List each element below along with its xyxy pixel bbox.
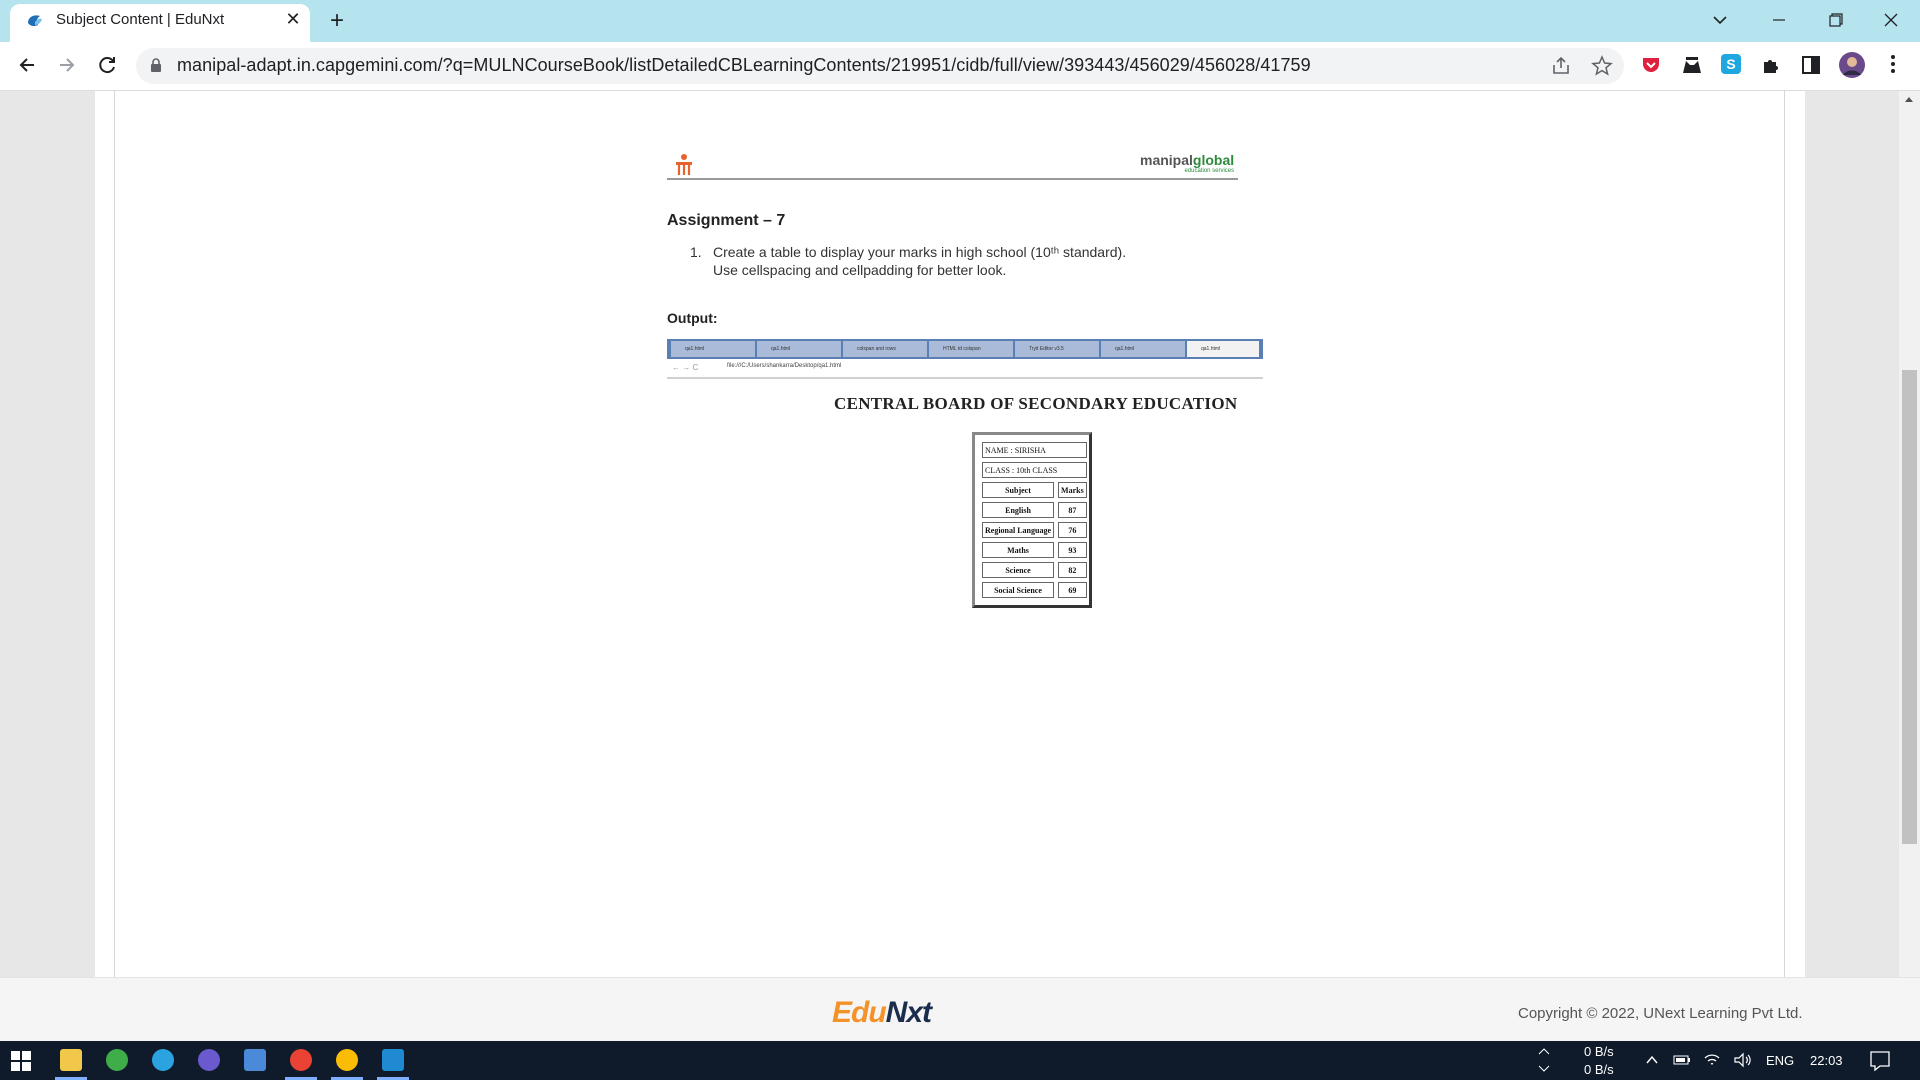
document-viewer — [95, 91, 1805, 977]
screenshot-tab: colspan and rows — [843, 341, 927, 357]
brand-subtitle: education services — [1184, 168, 1235, 174]
profile-avatar[interactable] — [1838, 51, 1866, 79]
tab-close-icon[interactable]: ✕ — [282, 8, 304, 30]
screenshot-url: file:///C:/Users/shankarra/Desktop/qa1.h… — [727, 363, 842, 369]
windows-start-icon[interactable] — [10, 1050, 32, 1072]
copyright-text: Copyright © 2022, UNext Learning Pvt Ltd… — [1518, 1005, 1803, 1022]
cat-extension-icon[interactable] — [1680, 53, 1704, 77]
subject-cell: Social Science — [982, 582, 1055, 598]
brand-name-manipal: manipal — [1140, 152, 1193, 168]
telegram-icon[interactable] — [152, 1049, 174, 1071]
window-close-icon[interactable] — [1876, 6, 1906, 34]
scrollbar-thumb[interactable] — [1902, 370, 1917, 844]
extensions-puzzle-icon[interactable] — [1760, 54, 1782, 76]
document-border-right — [1784, 91, 1785, 977]
instruction-line-1: Create a table to display your marks in … — [713, 244, 1127, 260]
name-cell: NAME : SIRISHA — [982, 442, 1087, 458]
kebab-menu-icon[interactable] — [1882, 53, 1904, 75]
assignment-title: Assignment – 7 — [667, 212, 786, 229]
instruction-number: 1. — [690, 244, 702, 260]
scroll-up-arrow-icon[interactable] — [1903, 94, 1915, 104]
chrome-icon[interactable] — [290, 1049, 312, 1071]
url-text[interactable]: manipal-adapt.in.capgemini.com/?q=MULNCo… — [177, 55, 1311, 76]
back-arrow-icon[interactable] — [12, 50, 42, 80]
table-row: Regional Language 76 — [982, 522, 1087, 538]
battery-icon[interactable] — [1672, 1052, 1692, 1068]
app-icon[interactable] — [198, 1049, 220, 1071]
windows-taskbar — [0, 1041, 1920, 1080]
pocket-extension-icon[interactable] — [1640, 54, 1662, 76]
network-download-speed: 0 B/s — [1584, 1062, 1614, 1077]
table-row: English 87 — [982, 502, 1087, 518]
marks-table: NAME : SIRISHA CLASS : 10th CLASS Subjec… — [972, 432, 1092, 608]
screenshot-nav-buttons: ← → C — [672, 363, 699, 372]
show-hidden-icons-chevron-icon[interactable] — [1644, 1052, 1660, 1068]
marks-cell: 87 — [1058, 502, 1087, 518]
svg-text:S: S — [1726, 56, 1735, 72]
box-app-icon[interactable] — [244, 1049, 266, 1071]
chrome-alt-icon[interactable] — [336, 1049, 358, 1071]
vscode-icon[interactable] — [382, 1049, 404, 1071]
subject-cell: English — [982, 502, 1055, 518]
notification-center-icon[interactable] — [1868, 1049, 1892, 1073]
taskbar-clock[interactable]: 22:03 — [1810, 1053, 1843, 1068]
input-language[interactable]: ENG — [1766, 1053, 1794, 1068]
subject-cell: Science — [982, 562, 1055, 578]
marks-cell: 93 — [1058, 542, 1087, 558]
side-panel-icon[interactable] — [1800, 54, 1822, 76]
edunxt-favicon-icon — [28, 15, 42, 27]
brand-name-global: global — [1192, 152, 1235, 168]
marks-cell: 76 — [1058, 522, 1087, 538]
class-cell: CLASS : 10th CLASS — [982, 462, 1087, 478]
edunxt-logo: EduNxt — [832, 996, 932, 1030]
lock-icon[interactable] — [150, 57, 162, 73]
screenshot-tab: qa1.html — [1101, 341, 1185, 357]
header-divider — [667, 178, 1238, 180]
manipal-emblem-icon — [676, 154, 692, 175]
header-subject: Subject — [982, 482, 1055, 498]
s-extension-icon[interactable]: S — [1720, 53, 1742, 75]
wifi-icon[interactable] — [1702, 1050, 1722, 1070]
subject-cell: Regional Language — [982, 522, 1055, 538]
subject-cell: Maths — [982, 542, 1055, 558]
logo-edu-text: Edu — [832, 996, 887, 1029]
screenshot-tab-active: qa1.html — [1187, 341, 1259, 357]
marks-cell: 69 — [1058, 582, 1087, 598]
window-restore-icon[interactable] — [1820, 6, 1850, 34]
header-marks: Marks — [1058, 482, 1087, 498]
bookmark-star-icon[interactable] — [1590, 54, 1614, 78]
table-row: Social Science 69 — [982, 582, 1087, 598]
manipal-global-logo: manipalglobal education services — [1140, 152, 1234, 174]
output-label: Output: — [667, 310, 718, 326]
file-explorer-icon[interactable] — [60, 1049, 82, 1071]
volume-icon[interactable] — [1732, 1050, 1754, 1070]
green-app-icon[interactable] — [106, 1049, 128, 1071]
table-row: Maths 93 — [982, 542, 1087, 558]
network-upload-speed: 0 B/s — [1584, 1044, 1614, 1059]
share-icon[interactable] — [1550, 55, 1572, 77]
screenshot-address-bar — [667, 359, 1263, 379]
cbse-heading: CENTRAL BOARD OF SECONDARY EDUCATION — [834, 394, 1238, 413]
tab-title: Subject Content | EduNxt — [56, 11, 225, 28]
marks-cell: 82 — [1058, 562, 1087, 578]
logo-nxt-text: Nxt — [885, 996, 932, 1029]
instruction-line-2: Use cellspacing and cellpadding for bett… — [713, 262, 1007, 278]
window-minimize-icon[interactable] — [1764, 6, 1794, 34]
screenshot-tab: Tryit Editor v3.5 — [1015, 341, 1099, 357]
screenshot-tab: qa1.html — [757, 341, 841, 357]
screenshot-tab: HTML td colspan — [929, 341, 1013, 357]
screenshot-tab-bar: qa1.html qa1.html colspan and rows HTML … — [667, 339, 1263, 359]
reload-icon[interactable] — [92, 50, 122, 80]
table-row: Science 82 — [982, 562, 1087, 578]
screenshot-tab: qa1.html — [671, 341, 755, 357]
network-speed-arrows-icon — [1538, 1048, 1550, 1072]
new-tab-button[interactable]: + — [324, 8, 350, 34]
tab-search-chevron-icon[interactable] — [1706, 8, 1734, 32]
forward-arrow-icon[interactable] — [52, 50, 82, 80]
document-border-left — [114, 91, 115, 977]
